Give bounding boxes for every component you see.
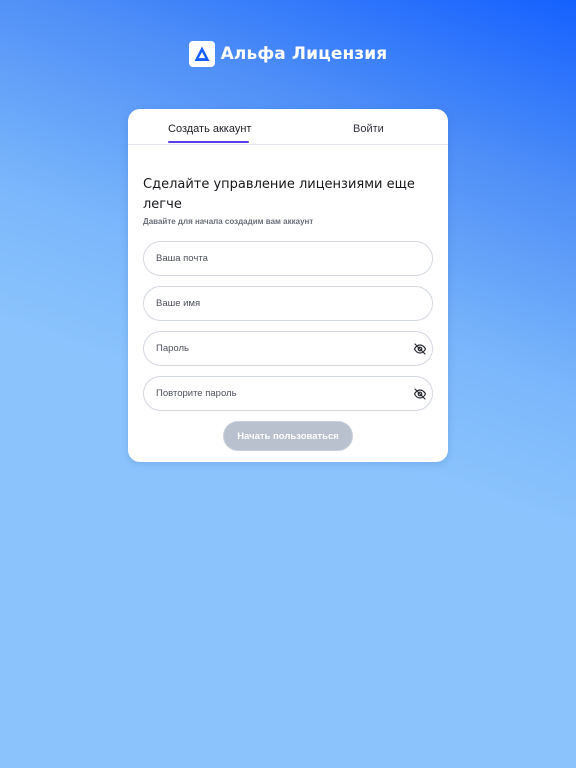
name-field[interactable] xyxy=(143,286,433,321)
form-subheading: Давайте для начала создадим вам аккаунт xyxy=(143,217,314,226)
password-input[interactable] xyxy=(156,332,406,365)
name-input[interactable] xyxy=(156,287,406,320)
auth-tabs: Создать аккаунт Войти xyxy=(128,109,448,145)
active-tab-indicator xyxy=(168,141,249,143)
brand-name: Альфа Лицензия xyxy=(220,44,388,64)
form-heading: Сделайте управление лицензиями еще легче xyxy=(143,177,415,212)
password-repeat-input[interactable] xyxy=(156,377,406,410)
password-field[interactable] xyxy=(143,331,433,366)
signup-card: Создать аккаунт Войти Сделайте управлени… xyxy=(128,109,448,462)
tab-login[interactable]: Войти xyxy=(353,123,384,135)
password-repeat-field[interactable] xyxy=(143,376,433,411)
email-input[interactable] xyxy=(156,242,406,275)
start-using-button[interactable]: Начать пользоваться xyxy=(223,421,353,451)
brand-logo-icon xyxy=(188,41,215,67)
email-field[interactable] xyxy=(143,241,433,276)
eye-off-icon[interactable] xyxy=(413,342,427,356)
brand-header: Альфа Лицензия xyxy=(0,41,576,67)
eye-off-icon[interactable] xyxy=(413,387,427,401)
tab-create-account[interactable]: Создать аккаунт xyxy=(168,123,251,135)
